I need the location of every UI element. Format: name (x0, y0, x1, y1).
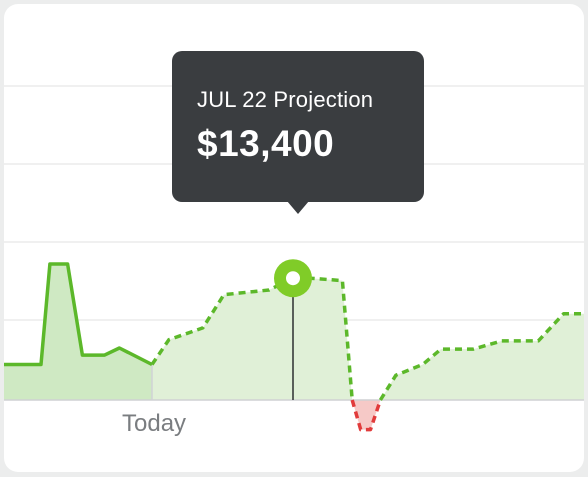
projection-tooltip: JUL 22 Projection $13,400 (172, 51, 424, 214)
tooltip-value: $13,400 (197, 123, 335, 164)
tooltip-label: JUL 22 Projection (197, 87, 374, 112)
projection-area-2 (380, 313, 584, 400)
today-axis-label: Today (122, 410, 187, 437)
highlight-point-inner (286, 271, 300, 286)
cash-flow-chart-card: Today JUL 22 Projection $13,400 (4, 4, 584, 472)
projection-area-1 (152, 278, 353, 400)
